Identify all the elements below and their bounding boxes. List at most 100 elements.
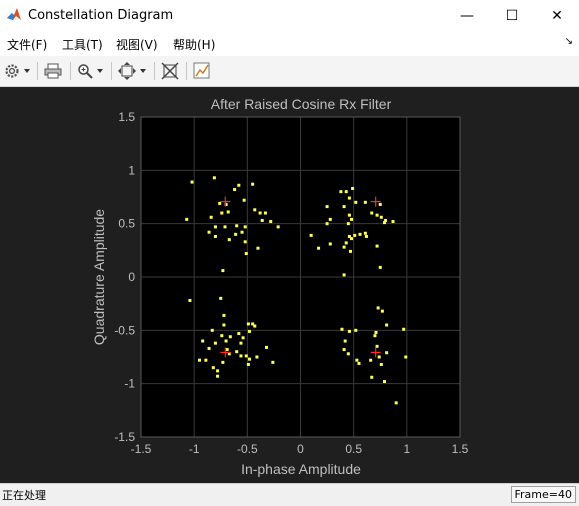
constellation-point [221,269,225,273]
constellation-point [351,186,355,190]
constellation-point [340,327,344,331]
constellation-point [207,230,211,234]
menu-bar: 文件(F) 工具(T) 视图(V) 帮助(H) ↘ [0,32,579,56]
constellation-point [258,211,262,215]
menu-view[interactable]: 视图(V) [116,36,158,53]
cursor-button[interactable] [193,61,211,81]
constellation-point [220,211,224,215]
constellation-point [228,335,232,339]
constellation-point [347,234,351,238]
fit-icon [118,62,136,80]
cursor-icon [193,62,210,79]
menu-tools[interactable]: 工具(T) [62,36,103,53]
measure-button[interactable] [161,61,179,81]
print-button[interactable] [44,61,62,81]
zoom-dropdown[interactable] [77,61,104,81]
constellation-point [213,341,217,345]
constellation-point [222,313,226,317]
constellation-point [235,224,239,228]
minimize-button[interactable]: — [444,0,490,32]
constellation-point [221,360,225,364]
constellation-point [235,350,239,354]
window-titlebar: Constellation Diagram — ☐ ✕ [0,0,579,32]
constellation-point [364,234,368,238]
constellation-point [210,328,214,332]
constellation-point [188,298,192,302]
settings-dropdown[interactable] [4,61,31,81]
constellation-point [353,233,357,237]
constellation-point [246,362,250,366]
zoom-icon [78,64,93,79]
constellation-point [385,323,389,327]
dropdown-arrow-icon [140,69,146,73]
constellation-point [347,329,351,333]
constellation-point [343,339,347,343]
constellation-point [370,375,374,379]
constellation-point [211,366,215,370]
constellation-point [325,222,329,226]
toolbar-separator [154,62,155,80]
constellation-point [237,183,241,187]
menu-file[interactable]: 文件(F) [7,36,47,53]
constellation-point [247,329,251,333]
menu-dock-arrow-icon[interactable]: ↘ [565,36,573,47]
print-icon [44,63,62,79]
constellation-point [347,196,351,200]
constellation-point [242,198,246,202]
constellation-point [404,355,408,359]
constellation-point [342,348,346,352]
constellation-point [220,334,224,338]
constellation-point [212,176,216,180]
constellation-point [244,252,248,256]
toolbar-separator [111,62,112,80]
constellation-point [402,327,406,331]
constellation-point [328,242,332,246]
dropdown-arrow-icon [97,69,103,73]
constellation-point [219,296,223,300]
constellation-point [354,328,358,332]
window-title: Constellation Diagram [28,8,174,23]
constellation-point [363,200,367,204]
constellation-point [233,188,237,192]
y-tick-label: -0.5 [114,323,135,337]
figure-canvas: -1.5 -1 -0.5 0 0.5 1 1.5 1.5 1 0.5 0 -0.5 -1 -1.5 Aft… [0,87,579,483]
constellation-point [216,369,220,373]
constellation-point [241,336,245,340]
y-tick-label: 1 [128,163,135,177]
constellation-point [216,374,220,378]
close-button[interactable]: ✕ [534,0,579,32]
gear-icon [5,64,19,78]
x-axis-label: In-phase Amplitude [241,461,361,477]
fit-dropdown[interactable] [118,61,147,81]
maximize-button[interactable]: ☐ [489,0,535,32]
constellation-point [344,190,348,194]
constellation-point [378,265,382,269]
status-text: 正在处理 [2,489,46,502]
measure-icon [161,62,179,80]
y-tick-label: 0 [128,270,135,284]
constellation-point [358,232,362,236]
constellation-point [276,225,280,229]
constellation-point [246,322,250,326]
constellation-plot[interactable]: -1.5 -1 -0.5 0 0.5 1 1.5 1.5 1 0.5 0 -0.5 -1 -1.5 Aft… [0,87,579,483]
constellation-point [339,190,343,194]
constellation-point [213,225,217,229]
constellation-point [271,360,275,364]
constellation-point [394,401,398,405]
constellation-point [239,354,243,358]
toolbar-separator [186,62,187,80]
y-tick-label: -1 [124,377,135,391]
constellation-point [197,358,201,362]
constellation-point [385,351,389,355]
menu-help[interactable]: 帮助(H) [173,36,215,53]
constellation-point [224,339,228,343]
constellation-point [239,341,243,345]
constellation-point [378,202,382,206]
constellation-point [363,231,367,235]
constellation-point [347,213,351,217]
constellation-point [383,380,387,384]
constellation-point [234,232,238,236]
constellation-point [379,362,383,366]
matlab-icon [7,8,21,20]
constellation-point [357,361,361,365]
